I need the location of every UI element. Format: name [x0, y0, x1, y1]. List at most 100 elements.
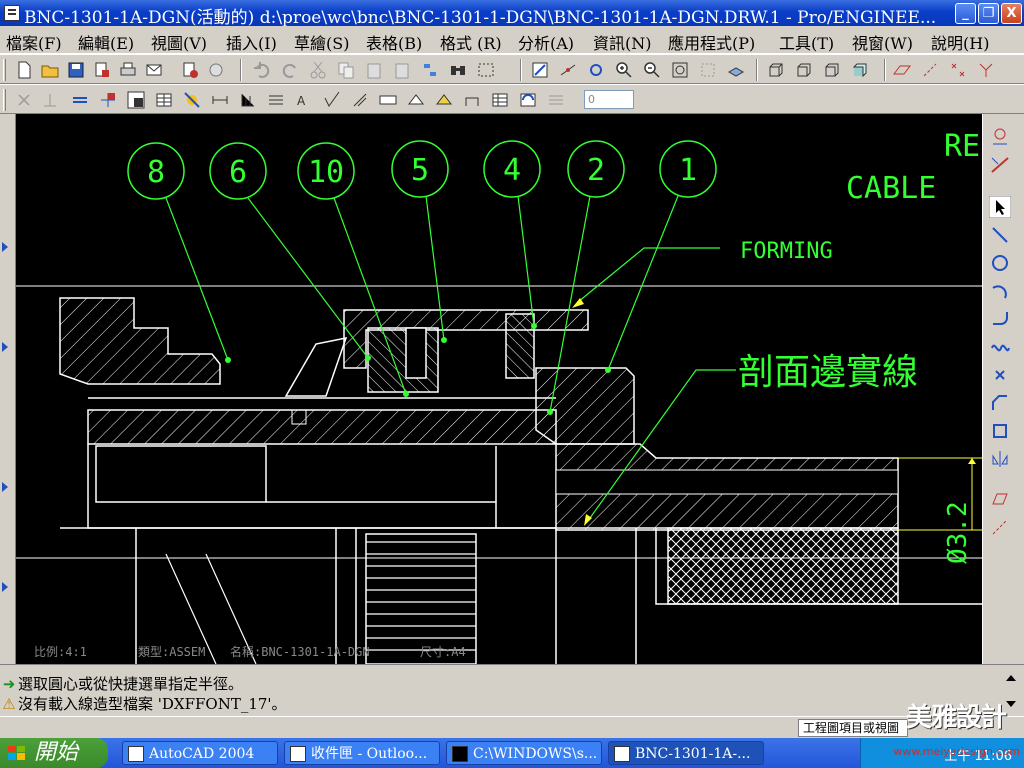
close-button[interactable]: X — [1001, 3, 1022, 24]
find-icon[interactable] — [448, 60, 468, 80]
menu-help[interactable]: 說明(H) — [931, 30, 989, 54]
email-icon[interactable] — [144, 60, 164, 80]
task-cmd[interactable]: C:\WINDOWS\s... — [446, 741, 602, 765]
open-icon[interactable] — [40, 60, 60, 80]
menu-table[interactable]: 表格(B) — [366, 30, 422, 54]
construction-line-icon[interactable] — [989, 516, 1011, 538]
symbol-gallery-icon[interactable] — [434, 90, 454, 110]
rectangle-icon[interactable] — [989, 420, 1011, 442]
start-button[interactable]: 開始 — [0, 738, 108, 768]
redo-icon[interactable] — [280, 60, 300, 80]
balloon-6[interactable]: 6 — [229, 155, 247, 190]
redraw-icon[interactable] — [530, 60, 550, 80]
maximize-button[interactable]: ❐ — [978, 3, 999, 24]
sketch-prefs-icon[interactable] — [989, 154, 1011, 176]
select-arrow-icon[interactable] — [989, 196, 1011, 218]
shading-icon[interactable] — [850, 60, 870, 80]
balloon-2[interactable]: 2 — [587, 153, 605, 188]
arc-icon[interactable] — [989, 280, 1011, 302]
balloon-1[interactable]: 1 — [679, 153, 697, 188]
symbol-icon[interactable] — [406, 90, 426, 110]
filter-selector[interactable]: 工程圖項目或視圖 — [798, 719, 908, 737]
minimize-button[interactable]: _ — [955, 3, 976, 24]
dimension-diameter[interactable]: Ø3.2 — [943, 501, 973, 564]
show-erase-icon[interactable] — [182, 90, 202, 110]
balloon-4[interactable]: 4 — [503, 153, 521, 188]
datum-feature-icon[interactable] — [378, 90, 398, 110]
balloon-8[interactable]: 8 — [147, 155, 165, 190]
fillet-icon[interactable] — [989, 308, 1011, 330]
no-hidden-icon[interactable] — [822, 60, 842, 80]
refit-icon[interactable] — [670, 60, 690, 80]
parallelogram-icon[interactable] — [989, 488, 1011, 510]
saved-views-icon[interactable] — [726, 60, 746, 80]
menu-sketch[interactable]: 草繪(S) — [294, 30, 349, 54]
spinner-input[interactable]: 0 — [584, 90, 634, 109]
menu-format[interactable]: 格式 (R) — [440, 30, 502, 54]
spin-center-icon[interactable] — [586, 60, 606, 80]
balloon-10[interactable]: 10 — [308, 155, 344, 190]
coord-systems-icon[interactable] — [976, 60, 996, 80]
table-icon[interactable] — [154, 90, 174, 110]
wireframe-icon[interactable] — [766, 60, 786, 80]
move-item-icon[interactable] — [98, 90, 118, 110]
task-proe[interactable]: BNC-1301-1A-... — [608, 741, 764, 765]
mirror-icon[interactable] — [989, 448, 1011, 470]
drawing-canvas[interactable]: 8 6 10 5 4 2 1 FORMING 剖面邊實線 RE CABLE Ø3… — [16, 114, 982, 664]
copy-icon[interactable] — [336, 60, 356, 80]
new-icon[interactable] — [14, 60, 34, 80]
menu-window[interactable]: 視窗(W) — [852, 30, 913, 54]
undo-icon[interactable] — [252, 60, 272, 80]
note-icon[interactable]: A — [294, 90, 314, 110]
hidden-line-icon[interactable] — [794, 60, 814, 80]
datum-planes-icon[interactable] — [892, 60, 912, 80]
spline-icon[interactable] — [989, 336, 1011, 358]
print-preview-icon[interactable] — [206, 60, 226, 80]
line-icon[interactable] — [989, 224, 1011, 246]
paste-icon[interactable] — [364, 60, 384, 80]
paste-special-icon[interactable] — [392, 60, 412, 80]
menu-applications[interactable]: 應用程式(P) — [668, 30, 755, 54]
left-splitter[interactable] — [0, 114, 16, 664]
delete-icon[interactable] — [14, 90, 34, 110]
menu-insert[interactable]: 插入(I) — [226, 30, 277, 54]
cut-icon[interactable] — [308, 60, 328, 80]
move-to-sheet-icon[interactable] — [126, 90, 146, 110]
point-icon[interactable] — [989, 364, 1011, 386]
flip-arrows-icon[interactable] — [70, 90, 90, 110]
datum-points-icon[interactable] — [948, 60, 968, 80]
print-dialog-icon[interactable] — [92, 60, 112, 80]
select-box-icon[interactable] — [476, 60, 496, 80]
message-scroll-icon[interactable] — [1004, 671, 1018, 711]
datum-axes-icon[interactable] — [920, 60, 940, 80]
ordinate-dim-icon[interactable] — [238, 90, 258, 110]
surface-finish-icon[interactable] — [322, 90, 342, 110]
note-forming[interactable]: FORMING — [740, 239, 833, 264]
snap-icon[interactable] — [989, 126, 1011, 148]
menu-info[interactable]: 資訊(N) — [593, 30, 652, 54]
zoom-in-icon[interactable] — [614, 60, 634, 80]
update-tables-icon[interactable] — [518, 90, 538, 110]
reference-dim-icon[interactable] — [266, 90, 286, 110]
relations-icon[interactable] — [558, 60, 578, 80]
menu-edit[interactable]: 編輯(E) — [78, 30, 134, 54]
new-dimension-icon[interactable] — [210, 90, 230, 110]
menu-tools[interactable]: 工具(T) — [779, 30, 834, 54]
bom-table-icon[interactable] — [490, 90, 510, 110]
menu-file[interactable]: 檔案(F) — [6, 30, 62, 54]
menu-analysis[interactable]: 分析(A) — [518, 30, 574, 54]
reorder-icon[interactable] — [420, 60, 440, 80]
cosmetic-icon[interactable] — [462, 90, 482, 110]
task-outlook[interactable]: 收件匣 - Outloo... — [284, 741, 440, 765]
balloon-5[interactable]: 5 — [411, 153, 429, 188]
circle-icon[interactable] — [989, 252, 1011, 274]
dimension-move-icon[interactable] — [40, 90, 60, 110]
zoom-out-icon[interactable] — [642, 60, 662, 80]
task-autocad[interactable]: AutoCAD 2004 — [122, 741, 278, 765]
chamfer-icon[interactable] — [989, 392, 1011, 414]
repeat-region-icon[interactable] — [546, 90, 566, 110]
geometric-tolerance-icon[interactable] — [350, 90, 370, 110]
save-icon[interactable] — [66, 60, 86, 80]
note-cable[interactable]: CABLE — [846, 171, 936, 206]
printer-icon[interactable] — [118, 60, 138, 80]
